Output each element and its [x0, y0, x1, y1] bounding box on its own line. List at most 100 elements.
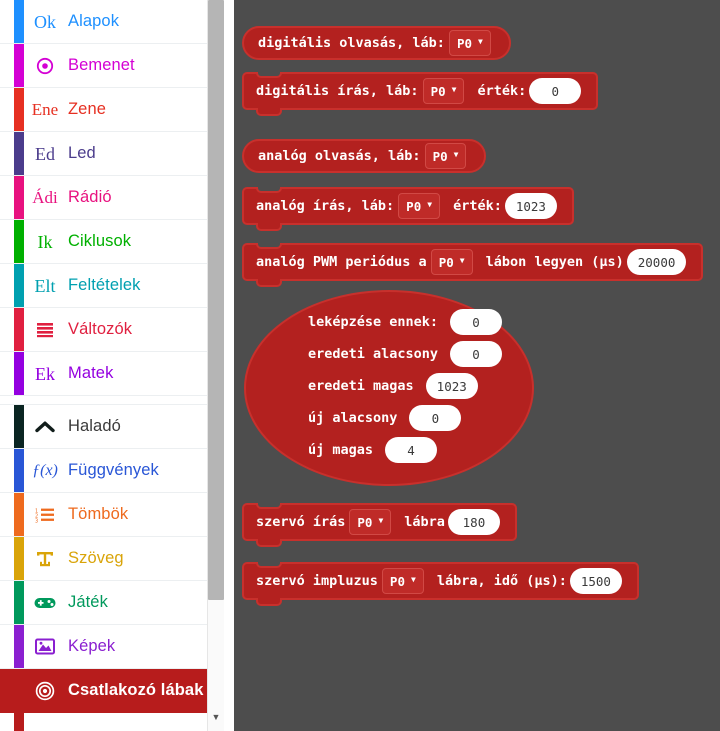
chevron-up-icon [30, 420, 60, 434]
map-row-value[interactable]: 4 [385, 437, 438, 463]
block-label: analóg olvasás, láb: [258, 148, 421, 164]
pin-dropdown-value: P0 [406, 198, 422, 214]
sidebar-item-more[interactable]: ••• more [0, 713, 218, 731]
sidebar-item-tombok[interactable]: 1 2 3 Tömbök [0, 493, 218, 537]
sidebar-item-label: Függvények [68, 461, 159, 479]
sidebar-item-label: Változók [68, 320, 133, 338]
sidebar-item-label: Rádió [68, 188, 112, 206]
pin-dropdown[interactable]: P0 ▼ [398, 193, 441, 219]
category-sidebar[interactable]: Ok Alapok Bemenet Ene Zene Ed Led Ádi Rá… [0, 0, 234, 731]
pin-dropdown-value: P0 [432, 148, 448, 164]
category-stripe [14, 352, 24, 395]
category-stripe [14, 581, 24, 624]
pin-dropdown-value: P0 [430, 83, 446, 99]
category-separator [0, 396, 218, 405]
analog-pwm-period-block[interactable]: analóg PWM periódus a P0 ▼ lábon legyen … [242, 243, 704, 287]
pin-dropdown[interactable]: P0 ▼ [381, 568, 424, 594]
category-stripe [14, 493, 24, 536]
map-row-from-low: eredeti alacsony 0 [246, 338, 532, 370]
sidebar-item-label: Feltételek [68, 276, 141, 294]
sidebar-item-ciklusok[interactable]: Ik Ciklusok [0, 220, 218, 264]
map-row-label: eredeti alacsony [308, 346, 439, 362]
pin-dropdown[interactable]: P0 ▼ [349, 509, 392, 535]
category-stripe [14, 537, 24, 580]
map-row-to-high: új magas 4 [246, 434, 532, 466]
sidebar-item-label: Bemenet [68, 56, 135, 74]
sidebar-item-fuggvenyek[interactable]: ƒ(x) Függvények [0, 449, 218, 493]
category-stripe [14, 220, 24, 263]
value-input[interactable]: 20000 [626, 249, 687, 275]
block-label: digitális olvasás, láb: [258, 35, 445, 51]
block-label-2: lábra [404, 514, 445, 530]
value-input[interactable]: 180 [447, 509, 500, 535]
value-input[interactable]: 1500 [569, 568, 622, 594]
pin-dropdown[interactable]: P0 ▼ [448, 30, 491, 56]
map-row-value[interactable]: 0 [450, 309, 503, 335]
servo-pulse-block[interactable]: szervó impluzus P0 ▼ lábra, idő (µs): 15… [242, 562, 639, 606]
sidebar-item-jatek[interactable]: Játék [0, 581, 218, 625]
sidebar-item-radio[interactable]: Ádi Rádió [0, 176, 218, 220]
sidebar-item-csatlakozo-labak[interactable]: Csatlakozó lábak [0, 669, 218, 713]
sidebar-item-kepek[interactable]: Képek [0, 625, 218, 669]
servo-write-block[interactable]: szervó írás P0 ▼ lábra 180 [242, 503, 517, 547]
sidebar-item-label: Matek [68, 364, 114, 382]
digital-write-block[interactable]: digitális írás, láb: P0 ▼ érték: 0 [242, 72, 599, 116]
block-label: szervó impluzus [256, 573, 378, 589]
map-row-label: leképzése ennek: [308, 314, 439, 330]
chevron-down-icon: ▼ [478, 37, 483, 46]
category-stripe [14, 44, 24, 87]
category-stripe [14, 264, 24, 307]
separator-stripe [14, 396, 24, 404]
sidebar-item-led[interactable]: Ed Led [0, 132, 218, 176]
sidebar-item-alapok[interactable]: Ok Alapok [0, 0, 218, 44]
sidebar-right-edge [224, 0, 234, 731]
pin-dropdown-value: P0 [456, 35, 472, 51]
scroll-down-arrow-icon[interactable]: ▼ [208, 709, 224, 725]
arrays-list-icon: 1 2 3 [30, 507, 60, 523]
chevron-down-icon: ▼ [378, 516, 384, 525]
variables-lines-icon [30, 322, 60, 338]
value-input[interactable]: 1023 [504, 193, 557, 219]
sidebar-scrollbar-thumb[interactable] [208, 0, 224, 600]
map-row-value[interactable]: 0 [409, 405, 462, 431]
text-t-icon [30, 550, 60, 568]
sidebar-item-matek[interactable]: Ek Matek [0, 352, 218, 396]
pin-dropdown-value: P0 [357, 514, 373, 530]
pin-dropdown[interactable]: P0 ▼ [422, 78, 465, 104]
sidebar-item-feltetelek[interactable]: Elt Feltételek [0, 264, 218, 308]
sidebar-item-label: Alapok [68, 12, 120, 30]
sidebar-item-zene[interactable]: Ene Zene [0, 88, 218, 132]
sidebar-item-halado[interactable]: Haladó [0, 405, 218, 449]
more-dots-icon: ••• [30, 728, 60, 731]
blocks-canvas[interactable]: digitális olvasás, láb: P0 ▼ digitális í… [234, 0, 720, 731]
category-stripe [14, 405, 24, 448]
basics-glyph-icon: Ok [34, 11, 56, 32]
sidebar-item-label: Ciklusok [68, 232, 132, 250]
category-stripe [14, 625, 24, 668]
input-target-icon [30, 57, 60, 75]
pin-dropdown[interactable]: P0 ▼ [430, 249, 473, 275]
chevron-down-icon: ▼ [453, 150, 459, 159]
value-input[interactable]: 0 [529, 78, 582, 104]
category-stripe [14, 308, 24, 351]
map-row-value[interactable]: 0 [450, 341, 503, 367]
sidebar-item-bemenet[interactable]: Bemenet [0, 44, 218, 88]
map-row-to-low: új alacsony 0 [246, 402, 532, 434]
analog-write-block[interactable]: analóg írás, láb: P0 ▼ érték: 1023 [242, 187, 574, 231]
music-glyph-icon: Ene [31, 100, 59, 119]
digital-read-block[interactable]: digitális olvasás, láb: P0 ▼ [242, 26, 511, 60]
chevron-down-icon: ▼ [427, 200, 433, 209]
sidebar-item-label: Játék [68, 593, 108, 611]
sidebar-item-szoveg[interactable]: Szöveg [0, 537, 218, 581]
sidebar-item-label: Képek [68, 637, 116, 655]
pin-dropdown[interactable]: P0 ▼ [424, 143, 467, 169]
led-glyph-icon: Ed [35, 143, 55, 164]
map-block[interactable]: leképzése ennek: 0 eredeti alacsony 0 er… [244, 290, 534, 486]
block-label-2: lábra, idő (µs): [436, 573, 567, 589]
analog-read-block[interactable]: analóg olvasás, láb: P0 ▼ [242, 139, 487, 173]
map-row-value[interactable]: 1023 [425, 373, 478, 399]
functions-fx-icon: ƒ(x) [32, 461, 58, 479]
sidebar-item-valtozok[interactable]: Változók [0, 308, 218, 352]
pin-dropdown-value: P0 [389, 573, 405, 589]
category-list: Ok Alapok Bemenet Ene Zene Ed Led Ádi Rá… [0, 0, 218, 731]
